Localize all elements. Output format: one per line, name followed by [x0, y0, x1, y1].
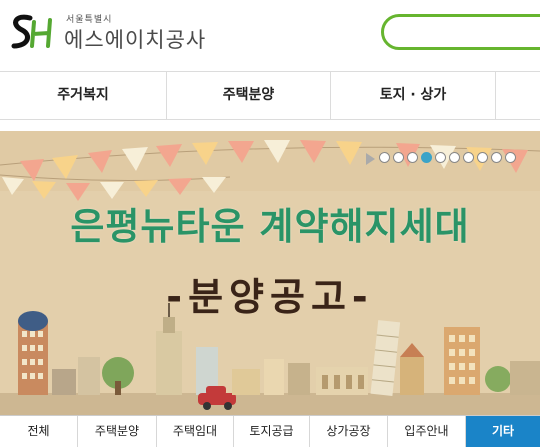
tab-all[interactable]: 전체: [0, 416, 78, 447]
nav-item-land-commercial[interactable]: 토지 · 상가: [331, 72, 496, 119]
slider-dot[interactable]: [505, 152, 516, 163]
slider-dot[interactable]: [463, 152, 474, 163]
category-tabs: 전체 주택분양 주택임대 토지공급 상가공장 입주안내 기타: [0, 415, 540, 447]
slider-dot[interactable]: [407, 152, 418, 163]
slider-dot[interactable]: [491, 152, 502, 163]
tab-commercial-factory[interactable]: 상가공장: [310, 416, 388, 447]
tab-move-in-guide[interactable]: 입주안내: [388, 416, 466, 447]
search-input[interactable]: [384, 17, 540, 47]
slider-dot[interactable]: [393, 152, 404, 163]
promo-banner[interactable]: 은평뉴타운 계약해지세대 -분양공고-: [0, 131, 540, 415]
nav-item-more[interactable]: [496, 72, 540, 119]
slider-dot[interactable]: [421, 152, 432, 163]
tab-housing-rental[interactable]: 주택임대: [157, 416, 234, 447]
tab-housing-sale[interactable]: 주택분양: [78, 416, 157, 447]
banner-subtitle: -분양공고-: [166, 275, 374, 319]
banner-title: 은평뉴타운 계약해지세대: [70, 205, 470, 248]
tab-land-supply[interactable]: 토지공급: [234, 416, 310, 447]
slider-dot[interactable]: [477, 152, 488, 163]
main-nav: 주거복지 주택분양 토지 · 상가: [0, 71, 540, 120]
nav-item-housing-welfare[interactable]: 주거복지: [0, 72, 167, 119]
slider-dot[interactable]: [435, 152, 446, 163]
search-box[interactable]: [381, 14, 540, 50]
sh-logo[interactable]: [8, 12, 54, 54]
org-name[interactable]: 에스에이치공사: [64, 24, 206, 54]
slider-dot[interactable]: [379, 152, 390, 163]
play-icon[interactable]: [366, 153, 375, 165]
nav-item-housing-sale[interactable]: 주택분양: [167, 72, 331, 119]
header: 서울특별시 에스에이치공사: [0, 0, 540, 70]
tab-etc[interactable]: 기타: [466, 416, 540, 447]
slider-dot[interactable]: [449, 152, 460, 163]
